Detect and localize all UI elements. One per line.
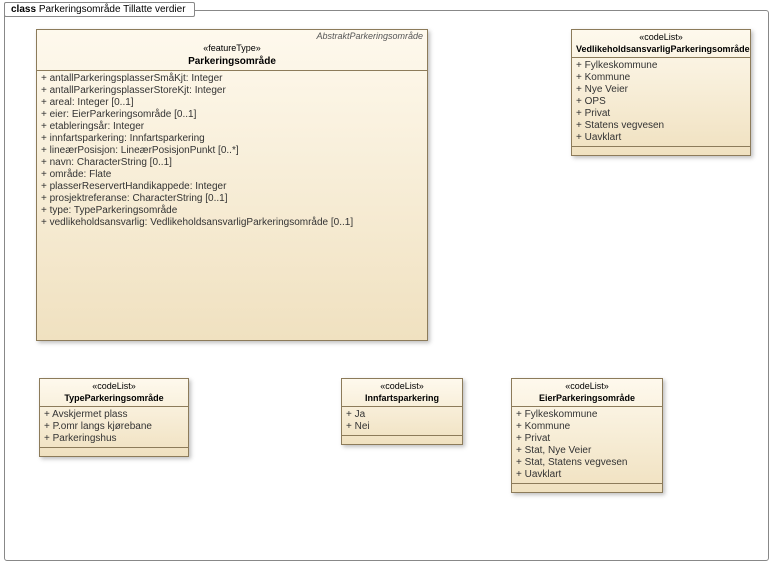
class-header: «codeList» VedlikeholdsansvarligParkerin… <box>572 30 750 58</box>
attr: Privat <box>576 108 746 120</box>
attr: Nei <box>346 421 458 433</box>
attr: Kommune <box>516 421 658 433</box>
class-header: «codeList» EierParkeringsområde <box>512 379 662 407</box>
attr: areal: Integer [0..1] <box>41 97 423 109</box>
attr: antallParkeringsplasserSmåKjt: Integer <box>41 73 423 85</box>
class-header: «codeList» Innfartsparkering <box>342 379 462 407</box>
class-vedlikeholdsansvarlig[interactable]: «codeList» VedlikeholdsansvarligParkerin… <box>571 29 751 156</box>
attribute-list: Fylkeskommune Kommune Privat Stat, Nye V… <box>512 407 662 483</box>
attr: Ja <box>346 409 458 421</box>
attr: Statens vegvesen <box>576 120 746 132</box>
attr: vedlikeholdsansvarlig: Vedlikeholdsansva… <box>41 217 423 229</box>
attr: Uavklart <box>576 132 746 144</box>
attr: Avskjermet plass <box>44 409 184 421</box>
attr: Uavklart <box>516 469 658 481</box>
diagram-title: class Parkeringsområde Tillatte verdier <box>4 2 195 17</box>
attr: innfartsparkering: Innfartsparkering <box>41 133 423 145</box>
attr: navn: CharacterString [0..1] <box>41 157 423 169</box>
attr: P.omr langs kjørebane <box>44 421 184 433</box>
class-parkeringsomrade[interactable]: AbstraktParkeringsområde «featureType» P… <box>36 29 428 341</box>
attribute-list: Avskjermet plass P.omr langs kjørebane P… <box>40 407 188 447</box>
attr: plasserReservertHandikappede: Integer <box>41 181 423 193</box>
attr: OPS <box>576 96 746 108</box>
attr: område: Flate <box>41 169 423 181</box>
attr: Stat, Nye Veier <box>516 445 658 457</box>
class-header: «featureType» Parkeringsområde <box>37 41 427 71</box>
attr: eier: EierParkeringsområde [0..1] <box>41 109 423 121</box>
class-header: «codeList» TypeParkeringsområde <box>40 379 188 407</box>
attr: Privat <box>516 433 658 445</box>
attr: antallParkeringsplasserStoreKjt: Integer <box>41 85 423 97</box>
attr: type: TypeParkeringsområde <box>41 205 423 217</box>
attr: Nye Veier <box>576 84 746 96</box>
attr: etableringsår: Integer <box>41 121 423 133</box>
attribute-list: Ja Nei <box>342 407 462 435</box>
attribute-list: antallParkeringsplasserSmåKjt: Integer a… <box>37 71 427 231</box>
class-innfartsparkering[interactable]: «codeList» Innfartsparkering Ja Nei <box>341 378 463 445</box>
attr: lineærPosisjon: LineærPosisjonPunkt [0..… <box>41 145 423 157</box>
diagram-frame: class Parkeringsområde Tillatte verdier … <box>4 10 769 561</box>
attr: Fylkeskommune <box>516 409 658 421</box>
class-typeparkeringsomrade[interactable]: «codeList» TypeParkeringsområde Avskjerm… <box>39 378 189 457</box>
parent-label: AbstraktParkeringsområde <box>37 30 427 41</box>
attr: Stat, Statens vegvesen <box>516 457 658 469</box>
class-eierparkeringsomrade[interactable]: «codeList» EierParkeringsområde Fylkesko… <box>511 378 663 493</box>
attr: Fylkeskommune <box>576 60 746 72</box>
attr: prosjektreferanse: CharacterString [0..1… <box>41 193 423 205</box>
attr: Parkeringshus <box>44 433 184 445</box>
attr: Kommune <box>576 72 746 84</box>
attribute-list: Fylkeskommune Kommune Nye Veier OPS Priv… <box>572 58 750 146</box>
